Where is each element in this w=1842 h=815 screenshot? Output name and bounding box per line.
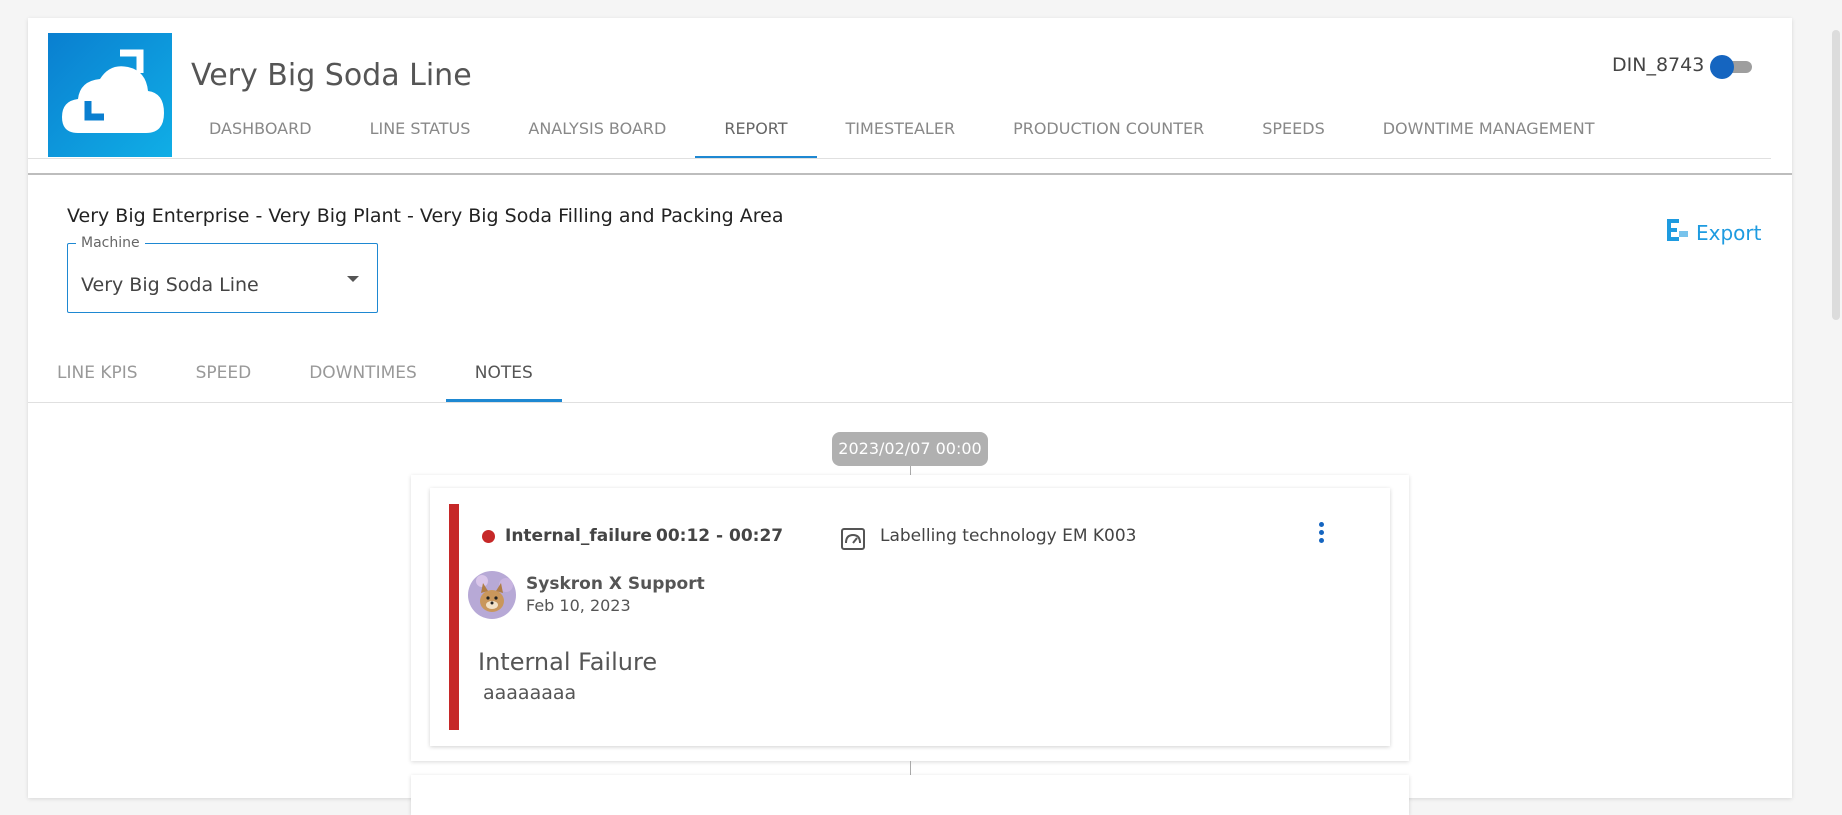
export-xls-icon xyxy=(1666,218,1688,247)
timeline-date-pill: 2023/02/07 00:00 xyxy=(832,432,988,466)
tab-production-counter[interactable]: PRODUCTION COUNTER xyxy=(984,104,1233,158)
avatar xyxy=(468,571,516,619)
tab-downtime-management[interactable]: DOWNTIME MANAGEMENT xyxy=(1354,104,1624,158)
app-title: Very Big Soda Line xyxy=(191,58,472,93)
export-button[interactable]: Export xyxy=(1666,218,1761,247)
note-author: Syskron X Support xyxy=(526,574,705,594)
tab-speed[interactable]: SPEED xyxy=(167,350,281,402)
note-body: aaaaaaaa xyxy=(483,682,577,704)
user-id: DIN_8743 xyxy=(1612,54,1705,76)
header-divider xyxy=(28,173,1792,175)
sub-nav-divider xyxy=(28,402,1792,403)
top-nav: DASHBOARD LINE STATUS ANALYSIS BOARD REP… xyxy=(180,104,1623,158)
gauge-icon xyxy=(840,526,866,556)
page-scrollbar[interactable] xyxy=(1830,0,1842,790)
tab-downtimes[interactable]: DOWNTIMES xyxy=(280,350,446,402)
note-card: Internal_failure 00:12 - 00:27 Labelling… xyxy=(430,488,1390,746)
tab-dashboard[interactable]: DASHBOARD xyxy=(180,104,341,158)
note-time-range: 00:12 - 00:27 xyxy=(656,526,784,546)
timeline-entry xyxy=(411,775,1409,815)
caret-down-icon xyxy=(347,276,359,282)
breadcrumb: Very Big Enterprise - Very Big Plant - V… xyxy=(67,205,784,227)
more-vert-icon[interactable] xyxy=(1316,522,1326,546)
note-title: Internal Failure xyxy=(478,648,658,676)
note-reason: Internal_failure xyxy=(505,526,652,546)
machine-select-label: Machine xyxy=(76,235,145,251)
tab-line-kpis[interactable]: LINE KPIS xyxy=(28,350,167,402)
nav-divider xyxy=(28,158,1771,159)
note-author-date: Feb 10, 2023 xyxy=(526,596,631,615)
toggle-knob xyxy=(1710,55,1734,79)
machine-select-value: Very Big Soda Line xyxy=(81,274,259,296)
tab-notes[interactable]: NOTES xyxy=(445,350,562,402)
tab-speeds[interactable]: SPEEDS xyxy=(1233,104,1354,158)
scrollbar-thumb[interactable] xyxy=(1832,30,1840,320)
tab-line-status[interactable]: LINE STATUS xyxy=(341,104,500,158)
machine-select[interactable]: Machine Very Big Soda Line xyxy=(67,235,378,313)
tab-report[interactable]: REPORT xyxy=(695,104,817,158)
export-label: Export xyxy=(1696,220,1762,245)
user-toggle[interactable] xyxy=(1710,55,1752,79)
tab-analysis-board[interactable]: ANALYSIS BOARD xyxy=(499,104,695,158)
cloud-logo-icon[interactable] xyxy=(48,33,172,157)
report-sub-nav: LINE KPIS SPEED DOWNTIMES NOTES xyxy=(28,350,562,402)
tab-timestealer[interactable]: TIMESTEALER xyxy=(817,104,985,158)
note-machine: Labelling technology EM K003 xyxy=(880,526,1137,546)
failure-color-bar xyxy=(449,504,459,730)
timeline-connector xyxy=(910,761,911,775)
timeline-connector xyxy=(910,466,911,475)
failure-dot-icon xyxy=(482,530,495,543)
